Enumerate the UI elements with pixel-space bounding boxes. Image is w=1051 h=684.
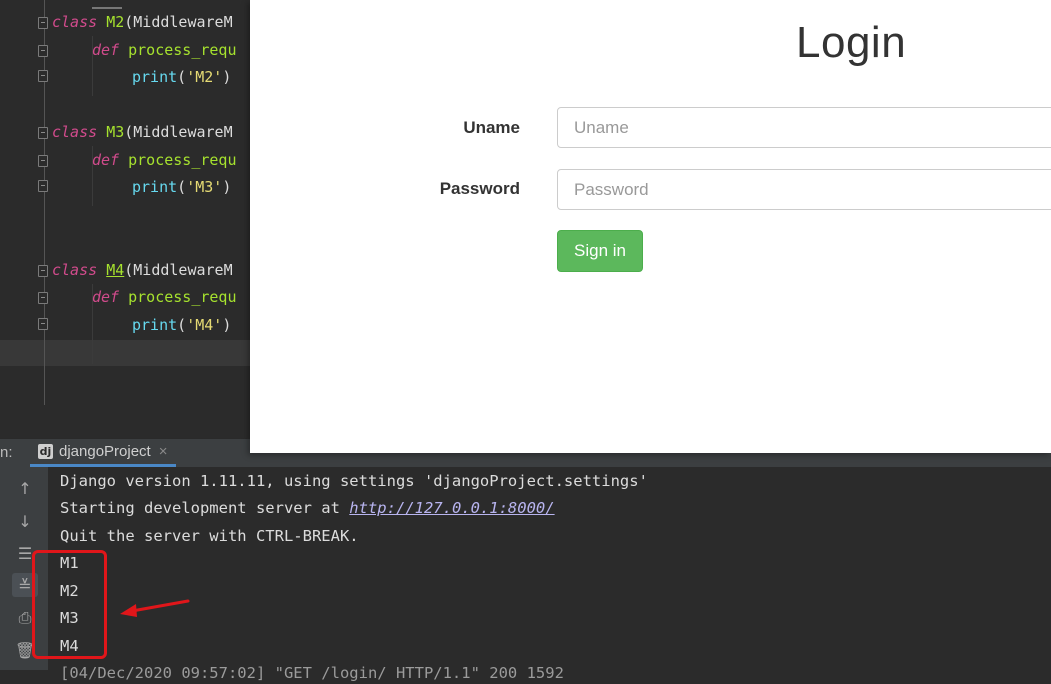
console-text: Starting development server at (60, 499, 350, 517)
arrow-up-icon[interactable]: ↑ (12, 476, 38, 500)
partial-code-fragment (92, 0, 122, 9)
string-literal: 'M3' (186, 178, 223, 196)
paren: ( (177, 316, 187, 334)
annotation-arrow-icon (120, 599, 190, 617)
class-name: M2 (106, 13, 125, 31)
sign-in-button[interactable]: Sign in (557, 230, 643, 272)
class-base: (MiddlewareM (124, 261, 233, 279)
console-line-partial: [04/Dec/2020 09:57:02] "GET /login/ HTTP… (60, 664, 564, 682)
paren: ) (222, 316, 232, 334)
password-input[interactable] (557, 169, 1051, 210)
keyword-def: def (92, 288, 120, 306)
uname-label: Uname (463, 118, 520, 137)
keyword-class: class (52, 123, 98, 141)
paren: ) (222, 68, 232, 86)
console-line: Django version 1.11.11, using settings '… (60, 472, 648, 490)
page-title: Login (796, 18, 907, 67)
tab-label: djangoProject (59, 443, 151, 460)
arrow-down-icon[interactable]: ↓ (12, 509, 38, 533)
keyword-def: def (92, 41, 120, 59)
close-icon[interactable]: × (159, 443, 168, 460)
paren: ( (177, 68, 187, 86)
annotation-highlight-box (32, 550, 107, 659)
method-name: process_requ (128, 288, 237, 306)
method-name: process_requ (128, 151, 237, 169)
paren: ) (222, 178, 232, 196)
run-console[interactable]: ↑ ↓ ☰ ≚ ⎙ 🗑 Django version 1.11.11, usin… (0, 467, 1051, 682)
keyword-def: def (92, 151, 120, 169)
keyword-class: class (52, 13, 98, 31)
django-icon: dj (38, 444, 53, 459)
keyword-class: class (52, 261, 98, 279)
class-name: M4 (106, 261, 125, 279)
builtin-print: print (132, 178, 178, 196)
paren: ( (177, 178, 187, 196)
class-base: (MiddlewareM (124, 123, 233, 141)
string-literal: 'M2' (186, 68, 223, 86)
uname-input[interactable] (557, 107, 1051, 148)
server-url-link[interactable]: http://127.0.0.1:8000/ (349, 499, 554, 517)
builtin-print: print (132, 316, 178, 334)
builtin-print: print (132, 68, 178, 86)
method-name: process_requ (128, 41, 237, 59)
console-line: Starting development server at http://12… (60, 497, 555, 519)
password-label: Password (439, 179, 520, 198)
string-literal: 'M4' (186, 316, 223, 334)
run-label: n: (0, 444, 13, 461)
class-name: M3 (106, 123, 125, 141)
browser-window: Login Uname Password Sign in (250, 0, 1051, 453)
class-base: (MiddlewareM (124, 13, 233, 31)
console-line: Quit the server with CTRL-BREAK. (60, 527, 359, 545)
tab-djangoproject[interactable]: dj djangoProject × (30, 439, 176, 467)
